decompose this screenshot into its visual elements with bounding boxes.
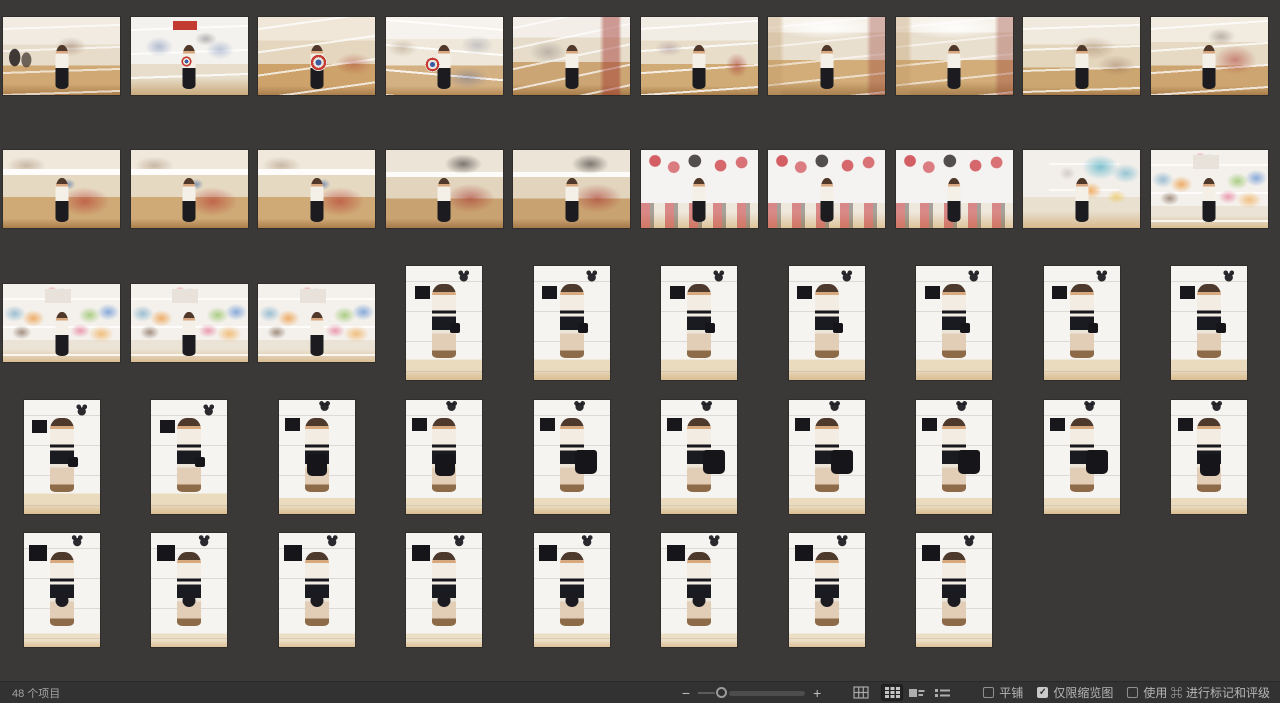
photo-thumbnail[interactable] xyxy=(131,150,248,228)
photo-thumbnail[interactable] xyxy=(279,533,355,647)
photo-thumbnail[interactable] xyxy=(513,150,630,228)
photo-thumbnail[interactable] xyxy=(151,533,227,647)
photo-thumbnail[interactable] xyxy=(1171,266,1247,380)
photo-thumbnail[interactable] xyxy=(258,284,375,362)
photo-thumbnail[interactable] xyxy=(896,17,1013,95)
option-cmd-rating[interactable]: 使用 ⌘ 进行标记和评级 xyxy=(1127,684,1270,701)
content-grid xyxy=(0,0,1280,681)
photo-thumbnail[interactable] xyxy=(406,400,482,514)
photo-thumbnail[interactable] xyxy=(279,400,355,514)
photo-thumbnail[interactable] xyxy=(661,533,737,647)
photo-thumbnail[interactable] xyxy=(896,150,1013,228)
slider-thumb[interactable] xyxy=(716,687,727,698)
photo-thumbnail[interactable] xyxy=(386,150,503,228)
photo-thumbnail[interactable] xyxy=(1151,150,1268,228)
photo-thumbnail[interactable] xyxy=(916,400,992,514)
photo-thumbnail[interactable] xyxy=(1023,17,1140,95)
view-as-list-icon[interactable] xyxy=(931,684,953,701)
photo-thumbnail[interactable] xyxy=(386,17,503,95)
status-bar: 48 个项目 − + xyxy=(0,681,1280,703)
thumbnail-size-slider[interactable] xyxy=(698,686,805,699)
photo-thumbnail[interactable] xyxy=(1151,17,1268,95)
photo-thumbnail[interactable] xyxy=(534,400,610,514)
zoom-in-button[interactable]: + xyxy=(809,686,825,700)
photo-thumbnail[interactable] xyxy=(768,17,885,95)
photo-thumbnail[interactable] xyxy=(661,400,737,514)
photo-thumbnail[interactable] xyxy=(916,533,992,647)
photo-thumbnail[interactable] xyxy=(641,17,758,95)
photo-thumbnail[interactable] xyxy=(3,17,120,95)
slider-track-right xyxy=(729,691,805,696)
photo-thumbnail[interactable] xyxy=(258,150,375,228)
photo-thumbnail[interactable] xyxy=(789,533,865,647)
view-mode-buttons xyxy=(847,684,953,701)
photo-thumbnail[interactable] xyxy=(1044,400,1120,514)
photo-thumbnail[interactable] xyxy=(513,17,630,95)
item-count: 48 个项目 xyxy=(12,688,60,700)
photo-thumbnail[interactable] xyxy=(1023,150,1140,228)
photo-thumbnail[interactable] xyxy=(1171,400,1247,514)
photo-thumbnail[interactable] xyxy=(768,150,885,228)
photo-thumbnail[interactable] xyxy=(131,17,248,95)
lock-thumbnail-grid-icon[interactable] xyxy=(850,684,872,701)
photo-thumbnail[interactable] xyxy=(131,284,248,362)
photo-thumbnail[interactable] xyxy=(151,400,227,514)
photo-thumbnail[interactable] xyxy=(916,266,992,380)
photo-thumbnail[interactable] xyxy=(3,284,120,362)
option-label: 仅限缩览图 xyxy=(1053,684,1113,701)
photo-thumbnail[interactable] xyxy=(3,150,120,228)
view-as-details-icon[interactable] xyxy=(906,684,928,701)
photo-thumbnail[interactable] xyxy=(789,266,865,380)
zoom-out-button[interactable]: − xyxy=(678,686,694,700)
photo-thumbnail[interactable] xyxy=(661,266,737,380)
checkbox-icon[interactable] xyxy=(1037,687,1048,698)
photo-thumbnail[interactable] xyxy=(1044,266,1120,380)
photo-thumbnail[interactable] xyxy=(24,400,100,514)
photo-thumbnail[interactable] xyxy=(641,150,758,228)
photo-thumbnail[interactable] xyxy=(534,533,610,647)
photo-thumbnail[interactable] xyxy=(24,533,100,647)
option-thumbnail-only[interactable]: 仅限缩览图 xyxy=(1037,684,1113,701)
photo-thumbnail[interactable] xyxy=(789,400,865,514)
photo-thumbnail[interactable] xyxy=(406,266,482,380)
option-label: 使用 ⌘ 进行标记和评级 xyxy=(1143,684,1270,701)
slider-track-left xyxy=(698,692,715,694)
photo-thumbnail[interactable] xyxy=(534,266,610,380)
option-checkboxes: 平铺 仅限缩览图 使用 ⌘ 进行标记和评级 xyxy=(969,684,1270,701)
checkbox-icon[interactable] xyxy=(1127,687,1138,698)
option-tile[interactable]: 平铺 xyxy=(983,684,1023,701)
view-as-thumbnails-icon[interactable] xyxy=(881,684,903,701)
checkbox-icon[interactable] xyxy=(983,687,994,698)
photo-thumbnail[interactable] xyxy=(406,533,482,647)
photo-thumbnail[interactable] xyxy=(258,17,375,95)
option-label: 平铺 xyxy=(999,684,1023,701)
